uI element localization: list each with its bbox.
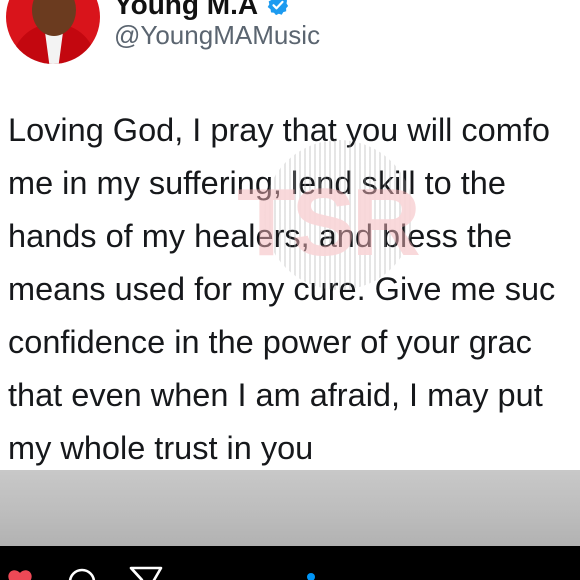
display-name[interactable]: Young M.A (114, 0, 258, 21)
user-handle[interactable]: @YoungMAMusic (114, 20, 320, 51)
carousel-dot-icon (307, 573, 315, 580)
photo-bottom-area (0, 470, 580, 546)
comment-icon[interactable] (66, 566, 98, 580)
name-row: Young M.A (114, 0, 290, 22)
tweet-card: Young M.A @YoungMAMusic Loving God, I pr… (0, 0, 580, 470)
send-icon[interactable] (128, 566, 164, 580)
verified-badge-icon (267, 0, 289, 16)
tweet-text: Loving God, I pray that you will comfo m… (8, 112, 556, 466)
heart-icon[interactable] (6, 566, 34, 580)
avatar[interactable] (6, 0, 100, 64)
action-bar (0, 546, 580, 580)
